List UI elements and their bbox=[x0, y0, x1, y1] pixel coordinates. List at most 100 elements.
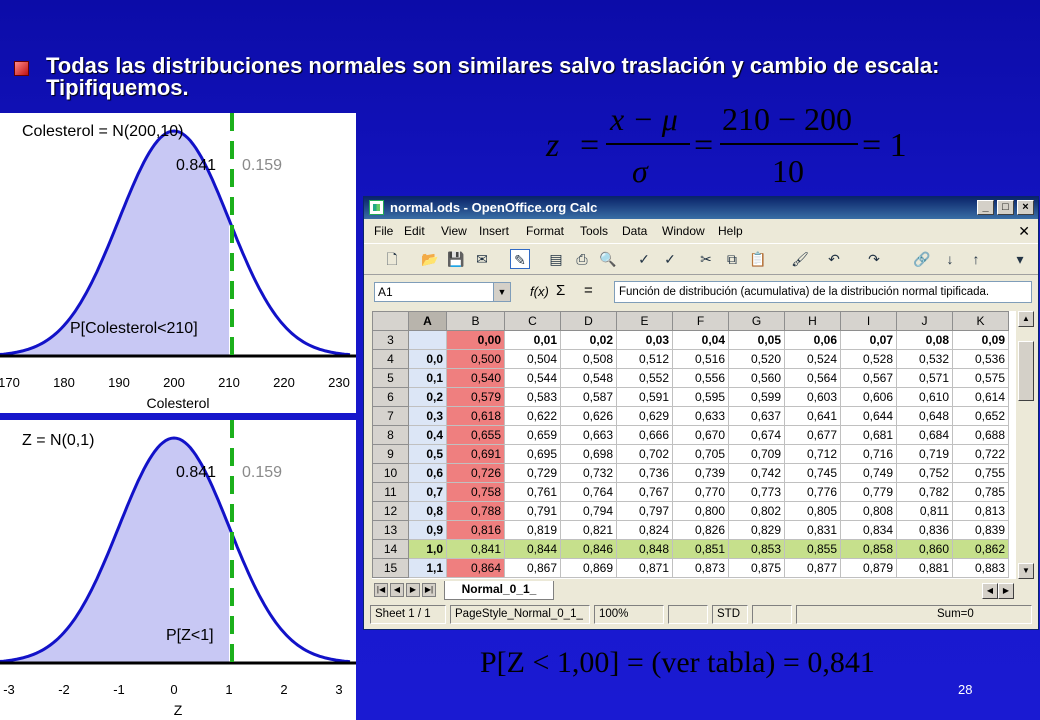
cell[interactable]: 0,871 bbox=[616, 558, 673, 578]
cell[interactable]: 0,571 bbox=[896, 368, 953, 388]
cell-a[interactable]: 0,5 bbox=[408, 444, 447, 464]
row-header[interactable]: 13 bbox=[372, 520, 409, 540]
cell[interactable]: 0,698 bbox=[560, 444, 617, 464]
cell[interactable]: 0,800 bbox=[672, 501, 729, 521]
menu-tools[interactable]: Tools bbox=[580, 224, 608, 238]
cell[interactable]: 0,00 bbox=[446, 330, 505, 350]
cell[interactable]: 0,834 bbox=[840, 520, 897, 540]
cell[interactable]: 0,508 bbox=[560, 349, 617, 369]
cell[interactable]: 0,540 bbox=[446, 368, 505, 388]
cell[interactable]: 0,641 bbox=[784, 406, 841, 426]
format-paintbrush-icon[interactable]: 🖌 bbox=[790, 249, 810, 269]
menu-help[interactable]: Help bbox=[718, 224, 743, 238]
cell-a[interactable]: 0,0 bbox=[408, 349, 447, 369]
cell[interactable]: 0,587 bbox=[560, 387, 617, 407]
redo-icon[interactable]: ↷ bbox=[864, 249, 884, 269]
column-header-e[interactable]: E bbox=[616, 311, 673, 331]
cell[interactable]: 0,659 bbox=[504, 425, 561, 445]
row-header[interactable]: 4 bbox=[372, 349, 409, 369]
column-header-c[interactable]: C bbox=[504, 311, 561, 331]
copy-icon[interactable]: ⧉ bbox=[722, 249, 742, 269]
cell[interactable]: 0,749 bbox=[840, 463, 897, 483]
edit-file-icon[interactable]: ✎ bbox=[510, 249, 530, 269]
sum-icon[interactable]: Σ bbox=[556, 282, 565, 299]
calc-app-icon[interactable] bbox=[369, 200, 384, 215]
scroll-right-button[interactable]: ▶ bbox=[998, 583, 1014, 599]
cell[interactable]: 0,785 bbox=[952, 482, 1009, 502]
cell[interactable]: 0,618 bbox=[446, 406, 505, 426]
paste-icon[interactable]: 📋 bbox=[748, 249, 768, 269]
scroll-left-button[interactable]: ◀ bbox=[982, 583, 998, 599]
cell[interactable]: 0,875 bbox=[728, 558, 785, 578]
cell[interactable]: 0,536 bbox=[952, 349, 1009, 369]
column-header-g[interactable]: G bbox=[728, 311, 785, 331]
cell[interactable]: 0,808 bbox=[840, 501, 897, 521]
cell[interactable]: 0,567 bbox=[840, 368, 897, 388]
cell[interactable]: 0,04 bbox=[672, 330, 729, 350]
cell[interactable]: 0,831 bbox=[784, 520, 841, 540]
cell[interactable]: 0,761 bbox=[504, 482, 561, 502]
cell[interactable]: 0,729 bbox=[504, 463, 561, 483]
cell-a[interactable]: 0,2 bbox=[408, 387, 447, 407]
cell[interactable]: 0,575 bbox=[952, 368, 1009, 388]
cell[interactable]: 0,556 bbox=[672, 368, 729, 388]
cell[interactable]: 0,877 bbox=[784, 558, 841, 578]
cell[interactable]: 0,726 bbox=[446, 463, 505, 483]
cell[interactable]: 0,791 bbox=[504, 501, 561, 521]
cell[interactable]: 0,583 bbox=[504, 387, 561, 407]
cell[interactable]: 0,629 bbox=[616, 406, 673, 426]
save-icon[interactable]: 💾 bbox=[446, 249, 466, 269]
scroll-up-button[interactable]: ▲ bbox=[1018, 311, 1034, 327]
row-header[interactable]: 8 bbox=[372, 425, 409, 445]
hyperlink-icon[interactable]: 🔗 bbox=[912, 249, 932, 269]
cell[interactable]: 0,606 bbox=[840, 387, 897, 407]
cell[interactable]: 0,663 bbox=[560, 425, 617, 445]
row-header[interactable]: 10 bbox=[372, 463, 409, 483]
cell[interactable]: 0,794 bbox=[560, 501, 617, 521]
cell[interactable]: 0,709 bbox=[728, 444, 785, 464]
cell[interactable]: 0,674 bbox=[728, 425, 785, 445]
cell[interactable]: 0,752 bbox=[896, 463, 953, 483]
cell[interactable]: 0,648 bbox=[896, 406, 953, 426]
cell[interactable]: 0,881 bbox=[896, 558, 953, 578]
cell[interactable]: 0,01 bbox=[504, 330, 561, 350]
vertical-scroll-thumb[interactable] bbox=[1018, 341, 1034, 401]
cell[interactable]: 0,702 bbox=[616, 444, 673, 464]
prev-sheet-button[interactable]: ◀ bbox=[390, 583, 404, 597]
cell[interactable]: 0,560 bbox=[728, 368, 785, 388]
cell-a[interactable]: 0,1 bbox=[408, 368, 447, 388]
cell[interactable]: 0,652 bbox=[952, 406, 1009, 426]
cell[interactable]: 0,504 bbox=[504, 349, 561, 369]
row-header[interactable]: 5 bbox=[372, 368, 409, 388]
cell[interactable]: 0,691 bbox=[446, 444, 505, 464]
close-document-icon[interactable]: ✕ bbox=[1018, 223, 1030, 240]
cell[interactable]: 0,599 bbox=[728, 387, 785, 407]
cell[interactable]: 0,716 bbox=[840, 444, 897, 464]
cell[interactable]: 0,879 bbox=[840, 558, 897, 578]
cell[interactable]: 0,05 bbox=[728, 330, 785, 350]
menu-file[interactable]: File bbox=[374, 224, 393, 238]
cell[interactable]: 0,764 bbox=[560, 482, 617, 502]
cell[interactable]: 0,722 bbox=[952, 444, 1009, 464]
menu-window[interactable]: Window bbox=[662, 224, 705, 238]
formula-input[interactable]: Función de distribución (acumulativa) de… bbox=[614, 281, 1032, 303]
row-header[interactable]: 3 bbox=[372, 330, 409, 350]
window-title-bar[interactable]: normal.ods - OpenOffice.org Calc _ □ × bbox=[364, 197, 1038, 219]
cell[interactable]: 0,773 bbox=[728, 482, 785, 502]
cell[interactable]: 0,528 bbox=[840, 349, 897, 369]
cell[interactable]: 0,848 bbox=[616, 539, 673, 559]
cell[interactable]: 0,579 bbox=[446, 387, 505, 407]
cell[interactable]: 0,813 bbox=[952, 501, 1009, 521]
row-header[interactable]: 11 bbox=[372, 482, 409, 502]
cell[interactable]: 0,797 bbox=[616, 501, 673, 521]
cell-a[interactable]: 0,8 bbox=[408, 501, 447, 521]
cell[interactable]: 0,684 bbox=[896, 425, 953, 445]
cell[interactable]: 0,864 bbox=[446, 558, 505, 578]
cell[interactable]: 0,873 bbox=[672, 558, 729, 578]
cell-a[interactable]: 0,9 bbox=[408, 520, 447, 540]
sheet-tab-normal[interactable]: Normal_0_1_ bbox=[444, 581, 554, 600]
cell[interactable]: 0,851 bbox=[672, 539, 729, 559]
cell[interactable]: 0,564 bbox=[784, 368, 841, 388]
cell-a[interactable]: 0,4 bbox=[408, 425, 447, 445]
sort-descending-icon[interactable]: ↑ bbox=[966, 249, 986, 269]
